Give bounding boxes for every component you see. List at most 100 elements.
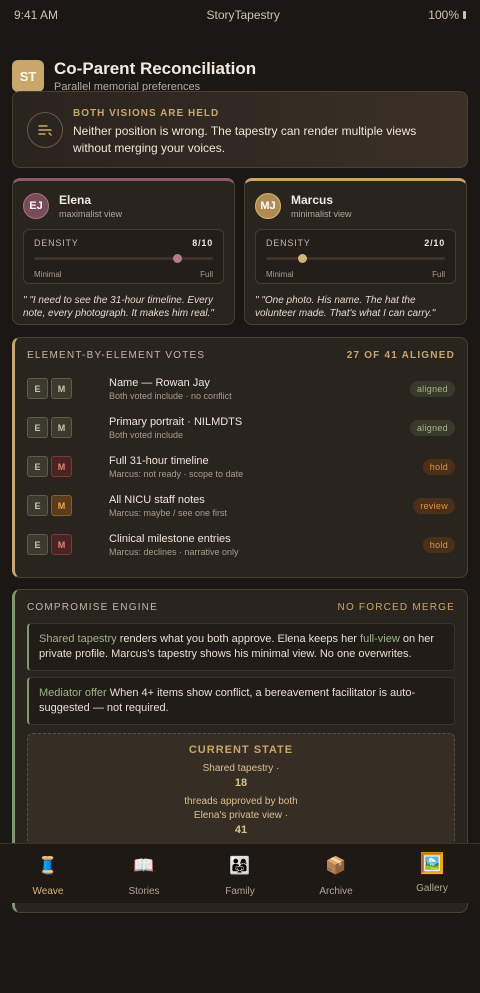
density-track[interactable] bbox=[266, 254, 445, 263]
battery-icon bbox=[463, 11, 466, 19]
density-slider[interactable]: DENSITY 8/10 Minimal Full bbox=[23, 229, 224, 284]
density-max-label: Full bbox=[200, 270, 213, 279]
parent-card-elena: EJ Elena maximalist view DENSITY 8/10 Mi… bbox=[12, 178, 235, 325]
density-knob[interactable] bbox=[297, 254, 307, 263]
density-label: DENSITY bbox=[266, 238, 311, 248]
marcus-vote-chip: M bbox=[51, 378, 72, 399]
vote-element-detail: Marcus: maybe / see one first bbox=[109, 507, 228, 518]
vote-element-detail: Both voted include · no conflict bbox=[109, 390, 232, 401]
mediator-offer-note[interactable]: Mediator offer When 4+ items show confli… bbox=[27, 677, 455, 725]
parent-name: Elena bbox=[59, 193, 92, 207]
status-app-name: StoryTapestry bbox=[206, 8, 280, 22]
book-icon: 📖 bbox=[133, 856, 155, 875]
current-state-box: CURRENT STATE Shared tapestry · 18 threa… bbox=[27, 733, 455, 853]
vote-row[interactable]: E M All NICU staff notes Marcus: maybe / se… bbox=[27, 486, 455, 525]
thread-spool-icon: 🧵 bbox=[37, 856, 59, 875]
package-icon: 📦 bbox=[325, 856, 347, 875]
tab-weave[interactable]: 🧵 Weave bbox=[0, 844, 96, 903]
status-time: 9:41 AM bbox=[14, 8, 59, 22]
vote-element-name: All NICU staff notes bbox=[109, 493, 205, 506]
parent-view-type: maximalist view bbox=[59, 209, 123, 219]
density-value: 2/10 bbox=[424, 238, 445, 248]
tab-label: Family bbox=[225, 886, 255, 897]
density-track[interactable] bbox=[34, 254, 213, 263]
both-visions-banner: BOTH VISIONS ARE HELD Neither position i… bbox=[12, 91, 468, 168]
tab-family[interactable]: 👨‍👩‍👧 Family bbox=[192, 844, 288, 903]
marcus-vote-chip: M bbox=[51, 495, 72, 516]
avatar: EJ bbox=[23, 193, 49, 219]
votes-title: ELEMENT-BY-ELEMENT VOTES bbox=[27, 350, 206, 361]
status-battery: 100% bbox=[428, 8, 466, 22]
status-badge: review bbox=[413, 497, 455, 514]
tab-archive[interactable]: 📦 Archive bbox=[288, 844, 384, 903]
state-number: 18 bbox=[234, 777, 248, 789]
parent-quote: " "One photo. His name. The hat the volu… bbox=[255, 295, 436, 319]
density-min-label: Minimal bbox=[34, 270, 62, 279]
shared-tapestry-note: Shared tapestry renders what you both ap… bbox=[27, 623, 455, 671]
tab-label: Archive bbox=[319, 886, 353, 897]
vote-row[interactable]: E M Name — Rowan Jay Both voted include · n… bbox=[27, 369, 455, 408]
app-logo: ST bbox=[12, 60, 44, 92]
elena-vote-chip: E bbox=[27, 534, 48, 555]
state-number: 41 bbox=[234, 824, 248, 836]
note-highlight: full-view bbox=[360, 633, 400, 645]
vote-row[interactable]: E M Primary portrait · NILMDTS Both voted i… bbox=[27, 408, 455, 447]
state-line: Shared tapestry · bbox=[202, 763, 280, 774]
state-line: threads approved by both bbox=[184, 796, 298, 807]
density-knob[interactable] bbox=[173, 254, 183, 263]
element-votes-panel: ELEMENT-BY-ELEMENT VOTES 27 OF 41 ALIGNE… bbox=[12, 337, 468, 578]
state-line: Elena's private view · bbox=[193, 810, 289, 821]
elena-vote-chip: E bbox=[27, 456, 48, 477]
banner-text: Neither position is wrong. The tapestry … bbox=[73, 124, 417, 155]
vote-element-name: Name — Rowan Jay bbox=[109, 376, 210, 389]
vote-element-detail: Marcus: not ready · scope to date bbox=[109, 468, 244, 479]
current-state-title: CURRENT STATE bbox=[188, 744, 294, 756]
density-max-label: Full bbox=[432, 270, 445, 279]
engine-tag: NO FORCED MERGE bbox=[337, 602, 455, 613]
vote-element-name: Full 31-hour timeline bbox=[109, 454, 209, 467]
battery-percent: 100% bbox=[428, 8, 459, 22]
bottom-tab-bar: 🧵 Weave 📖 Stories 👨‍👩‍👧 Family 📦 Archive… bbox=[0, 843, 480, 903]
vote-element-name: Primary portrait · NILMDTS bbox=[109, 415, 243, 428]
page-title: Co-Parent Reconciliation bbox=[54, 59, 257, 78]
status-badge: hold bbox=[422, 536, 455, 553]
parent-name: Marcus bbox=[291, 193, 334, 207]
parent-view-type: minimalist view bbox=[291, 209, 352, 219]
density-slider[interactable]: DENSITY 2/10 Minimal Full bbox=[255, 229, 456, 284]
marcus-vote-chip: M bbox=[51, 534, 72, 555]
tab-label: Stories bbox=[128, 886, 160, 897]
vote-element-detail: Both voted include bbox=[109, 429, 184, 440]
tab-stories[interactable]: 📖 Stories bbox=[96, 844, 192, 903]
status-bar: 9:41 AM StoryTapestry 100% bbox=[0, 0, 480, 30]
tab-gallery[interactable]: 🖼️ Gallery bbox=[384, 844, 480, 903]
vote-element-detail: Marcus: declines · narrative only bbox=[109, 546, 239, 557]
density-label: DENSITY bbox=[34, 238, 79, 248]
family-icon: 👨‍👩‍👧 bbox=[229, 856, 251, 875]
note-lead: Shared tapestry bbox=[39, 633, 117, 645]
framed-picture-icon: 🖼️ bbox=[419, 853, 445, 875]
vote-element-name: Clinical milestone entries bbox=[109, 532, 231, 545]
banner-kicker: BOTH VISIONS ARE HELD bbox=[73, 108, 220, 119]
avatar: MJ bbox=[255, 193, 281, 219]
vote-row[interactable]: E M Full 31-hour timeline Marcus: not ready… bbox=[27, 447, 455, 486]
parent-card-marcus: MJ Marcus minimalist view DENSITY 2/10 M… bbox=[244, 178, 467, 325]
elena-vote-chip: E bbox=[27, 378, 48, 399]
elena-vote-chip: E bbox=[27, 417, 48, 438]
density-value: 8/10 bbox=[192, 238, 213, 248]
elena-vote-chip: E bbox=[27, 495, 48, 516]
status-badge: aligned bbox=[409, 380, 455, 397]
balance-lines-icon bbox=[27, 112, 63, 148]
engine-title: COMPROMISE ENGINE bbox=[27, 602, 158, 613]
note-lead: Mediator offer bbox=[39, 687, 107, 699]
parent-quote: " "I need to see the 31-hour timeline. E… bbox=[23, 295, 214, 319]
tab-label: Gallery bbox=[416, 883, 448, 894]
tab-label: Weave bbox=[32, 886, 64, 897]
vote-row[interactable]: E M Clinical milestone entries Marcus: decl… bbox=[27, 525, 455, 564]
density-min-label: Minimal bbox=[266, 270, 294, 279]
marcus-vote-chip: M bbox=[51, 417, 72, 438]
status-badge: hold bbox=[422, 458, 455, 475]
note-text: renders what you both approve. Elena kee… bbox=[116, 633, 361, 645]
votes-summary: 27 OF 41 ALIGNED bbox=[346, 350, 455, 361]
status-badge: aligned bbox=[409, 419, 455, 436]
marcus-vote-chip: M bbox=[51, 456, 72, 477]
